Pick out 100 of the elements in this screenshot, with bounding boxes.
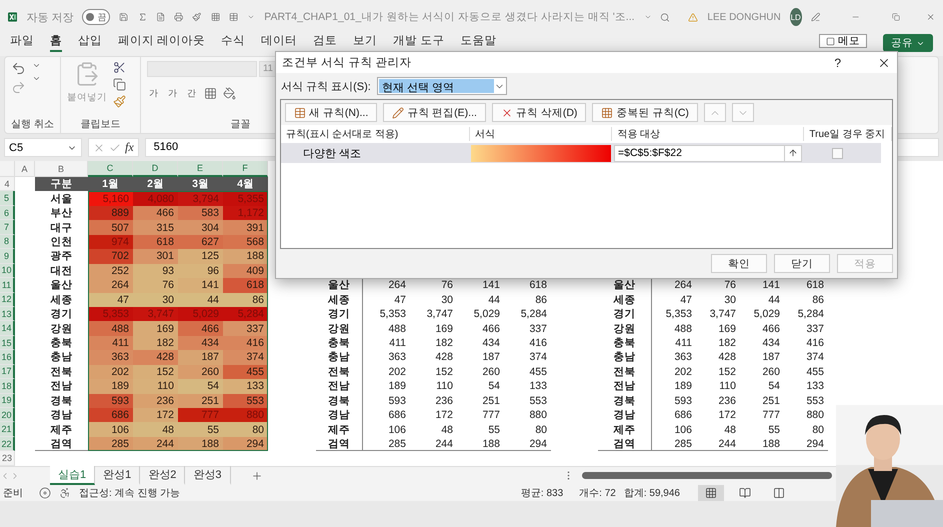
name-box[interactable]: C5 — [4, 138, 82, 157]
row-number[interactable]: 13 — [0, 306, 15, 322]
applies-to-field[interactable]: =$C$5:$F$22 — [614, 144, 802, 162]
column-header[interactable]: D — [133, 161, 178, 177]
ribbon-tab[interactable]: 삽입 — [78, 34, 102, 52]
row-number[interactable]: 23 — [0, 451, 15, 466]
accessibility-status[interactable]: 접근성: 계속 진행 가능 — [79, 486, 180, 500]
ribbon-tab[interactable]: 데이터 — [261, 34, 298, 52]
ribbon-tab[interactable]: 수식 — [221, 34, 246, 52]
heatmap-cell: 428 — [133, 350, 178, 365]
format-painter-icon[interactable] — [113, 95, 126, 108]
row-number[interactable]: 15 — [0, 336, 15, 350]
font-style-button[interactable]: 가 — [147, 87, 160, 100]
row-number[interactable]: 5 — [0, 191, 15, 206]
toolbar-button[interactable]: 규칙 편집(E)... — [383, 103, 486, 122]
table-cell-text: 434 — [761, 336, 781, 350]
region-cell: 경남 — [316, 408, 363, 422]
ribbon-tab[interactable]: 페이지 레이아웃 — [118, 34, 206, 52]
row-number[interactable]: 17 — [0, 364, 15, 380]
heatmap-cell: 466 — [133, 206, 178, 220]
save-icon[interactable] — [119, 10, 129, 24]
table-header-cell: 3월 — [178, 177, 223, 192]
fill-color-icon[interactable] — [223, 87, 236, 100]
copy-icon[interactable] — [113, 78, 126, 91]
sheet-tab[interactable]: 실습1 — [50, 466, 96, 486]
border-icon[interactable] — [204, 87, 217, 100]
printer-icon[interactable] — [174, 10, 184, 24]
font-style-button[interactable]: 가 — [166, 87, 179, 100]
row-number[interactable]: 9 — [0, 249, 15, 264]
row-number[interactable]: 14 — [0, 321, 15, 336]
memo-button[interactable]: 메모 — [819, 34, 867, 48]
row-number[interactable]: 7 — [0, 220, 15, 235]
user-avatar[interactable]: LD — [790, 8, 802, 26]
heatmap-cell: 48 — [133, 422, 178, 437]
row-number[interactable]: 22 — [0, 436, 15, 452]
share-button[interactable]: 공유 — [883, 34, 933, 52]
scrollbar-thumb[interactable] — [582, 472, 832, 480]
heatmap-cell: 304 — [178, 220, 223, 235]
dialog-button[interactable]: 닫기 — [774, 254, 830, 273]
ribbon-tab[interactable]: 보기 — [353, 34, 378, 52]
font-style-button[interactable]: 간 — [185, 87, 198, 100]
toolbar-button[interactable]: 규칙 삭제(D) — [492, 103, 586, 122]
region-cell-text: 경기 — [50, 307, 74, 322]
ribbon-tab[interactable]: 개발 도구 — [393, 34, 444, 52]
heatmap-cell: 455 — [223, 364, 268, 380]
column-header[interactable]: A — [15, 161, 35, 177]
count-text: 개수: 72 — [579, 486, 616, 500]
rule-row[interactable]: 다양한 색조 =$C$5:$F$22 — [281, 143, 881, 164]
accessibility-icon[interactable] — [59, 486, 71, 499]
column-header[interactable]: F — [223, 161, 268, 177]
table-cell-text: 76 — [723, 278, 737, 292]
table-cell-text: 182 — [434, 336, 454, 350]
column-header[interactable]: B — [35, 161, 88, 177]
row-number[interactable]: 20 — [0, 408, 15, 422]
add-sheet-icon[interactable] — [250, 470, 262, 482]
dialog-button[interactable]: 확인 — [711, 254, 767, 273]
row-number[interactable]: 6 — [0, 206, 15, 220]
column-header[interactable]: C — [88, 161, 133, 177]
table-cell-text: 182 — [717, 336, 737, 350]
row-number[interactable]: 8 — [0, 234, 15, 250]
ribbon-tab[interactable]: 파일 — [10, 34, 34, 52]
region-cell: 강원 — [316, 321, 363, 336]
brush-icon[interactable] — [192, 10, 202, 24]
restore-icon[interactable] — [892, 11, 900, 23]
region-cell: 전남 — [598, 379, 652, 394]
scissors-icon[interactable] — [113, 61, 126, 74]
help-button[interactable]: ? — [834, 56, 841, 70]
column-header[interactable]: E — [178, 161, 223, 177]
show-rules-dropdown[interactable]: 현재 선택 영역 — [376, 77, 507, 96]
ribbon-tab[interactable]: 홈 — [50, 34, 62, 52]
row-number[interactable]: 21 — [0, 422, 15, 437]
toolbar-button[interactable]: 중복된 규칙(C) — [592, 103, 698, 122]
row-number[interactable]: 4 — [0, 177, 15, 192]
row-number[interactable]: 10 — [0, 264, 15, 278]
region-cell: 제주 — [598, 422, 652, 437]
table-icon[interactable] — [229, 10, 238, 24]
row-number[interactable]: 18 — [0, 379, 15, 394]
view-button[interactable] — [698, 484, 724, 501]
autosave-toggle[interactable]: 끔 — [82, 9, 110, 25]
macro-record-icon[interactable] — [39, 486, 51, 499]
table-cell-text: 686 — [387, 408, 407, 422]
toolbar-button[interactable]: 새 규칙(N)... — [285, 103, 378, 122]
ribbon-tab[interactable]: 도움말 — [460, 34, 496, 52]
cancel-icon[interactable] — [93, 142, 105, 154]
undo-icon[interactable] — [11, 61, 26, 76]
enter-icon[interactable] — [109, 142, 121, 154]
grid-icon[interactable] — [210, 10, 220, 24]
table-cell-text: 416 — [805, 336, 825, 350]
font-name-field[interactable] — [147, 61, 257, 77]
table-cell-text: 264 — [673, 278, 693, 292]
row-number[interactable]: 19 — [0, 394, 15, 408]
row-number[interactable]: 16 — [0, 350, 15, 365]
table-cell-text: 455 — [805, 364, 825, 380]
row-number[interactable]: 12 — [0, 292, 15, 307]
row-number[interactable]: 11 — [0, 278, 15, 292]
document-icon[interactable] — [156, 10, 166, 24]
insert-function-button[interactable]: fx — [125, 140, 134, 155]
stop-if-true-checkbox[interactable] — [832, 148, 843, 159]
ribbon-tab[interactable]: 검토 — [313, 34, 338, 52]
pen-icon[interactable] — [810, 10, 820, 24]
